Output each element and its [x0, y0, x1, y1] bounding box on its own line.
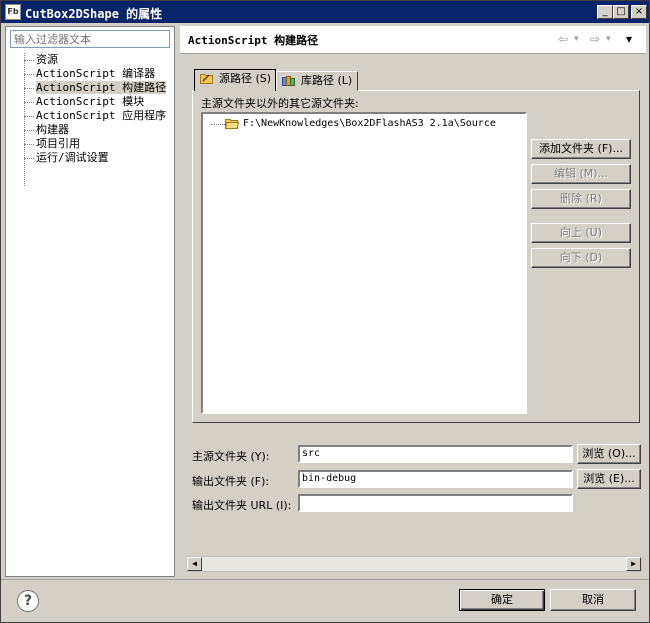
page-header: ActionScript 构建路径 ⇦ ▾ ⇨ ▾ ▾ — [180, 26, 646, 54]
move-up-button[interactable]: 向上 (U) — [531, 223, 631, 243]
output-folder-field[interactable]: bin-debug — [298, 470, 573, 488]
window-title: CutBox2DShape 的属性 — [25, 7, 163, 21]
maximize-button[interactable]: □ — [613, 5, 629, 19]
cancel-button[interactable]: 取消 — [550, 589, 636, 611]
tree-item-builders[interactable]: 构建器 — [20, 123, 172, 137]
title-bar[interactable]: Fb CutBox2DShape 的属性 _ □ × — [1, 1, 649, 23]
view-menu-icon[interactable]: ▾ — [626, 32, 632, 46]
tree-item-resources[interactable]: 资源 — [20, 53, 172, 67]
output-url-label: 输出文件夹 URL (I): — [192, 499, 292, 512]
forward-menu-icon[interactable]: ▾ — [606, 34, 611, 44]
source-path-panel: 主源文件夹以外的其它源文件夹: F:\NewKnowledges\Box2DFl… — [192, 90, 640, 423]
help-icon[interactable]: ? — [17, 590, 39, 612]
tree-item-label: 资源 — [36, 53, 58, 66]
page-title: ActionScript 构建路径 — [188, 34, 319, 47]
tree-item-modules[interactable]: ActionScript 模块 — [20, 95, 172, 109]
tree-item-run-debug[interactable]: 运行/调试设置 — [20, 151, 172, 165]
tree-item-compiler[interactable]: ActionScript 编译器 — [20, 67, 172, 81]
scroll-right-icon[interactable]: ▶ — [626, 557, 641, 571]
back-arrow-icon[interactable]: ⇦ — [558, 32, 568, 46]
move-down-button[interactable]: 向下 (D) — [531, 248, 631, 268]
add-folder-button[interactable]: 添加文件夹 (F)... — [531, 139, 631, 159]
source-path-icon — [200, 74, 213, 84]
tree-item-label: 构建器 — [36, 123, 69, 136]
scroll-left-icon[interactable]: ◀ — [187, 557, 202, 571]
filter-input[interactable] — [10, 30, 170, 48]
main-source-field[interactable]: src — [298, 445, 573, 463]
main-source-label: 主源文件夹 (Y): — [192, 450, 270, 463]
minimize-button[interactable]: _ — [597, 5, 613, 19]
tab-folder: 主源文件夹以外的其它源文件夹: F:\NewKnowledges\Box2DFl… — [192, 69, 640, 423]
tree-item-build-path[interactable]: ActionScript 构建路径 — [20, 81, 172, 95]
left-panel: 资源 ActionScript 编译器 ActionScript 构建路径 Ac… — [5, 26, 175, 577]
source-folders-label: 主源文件夹以外的其它源文件夹: — [201, 97, 359, 110]
remove-button[interactable]: 删除 (R) — [531, 189, 631, 209]
tree-item-label: 运行/调试设置 — [36, 151, 109, 164]
output-folder-label: 输出文件夹 (F): — [192, 475, 270, 488]
horizontal-scrollbar[interactable]: ◀ ▶ — [186, 556, 642, 572]
properties-dialog: Fb CutBox2DShape 的属性 _ □ × 资源 ActionScri… — [0, 0, 650, 623]
tree-item-applications[interactable]: ActionScript 应用程序 — [20, 109, 172, 123]
tree-item-label: 项目引用 — [36, 137, 80, 150]
back-menu-icon[interactable]: ▾ — [574, 34, 579, 44]
source-folder-path: F:\NewKnowledges\Box2DFlashAS3 2.1a\Sour… — [243, 118, 496, 129]
tree-item-label: ActionScript 模块 — [36, 95, 145, 108]
flash-builder-icon: Fb — [5, 4, 21, 20]
tree-item-label: ActionScript 应用程序 — [36, 109, 167, 122]
browse-main-source-button[interactable]: 浏览 (O)... — [577, 444, 641, 464]
tab-library-path[interactable]: 库路径 (L) — [276, 71, 358, 91]
forward-arrow-icon[interactable]: ⇨ — [590, 32, 600, 46]
button-bar: ? 确定 取消 — [1, 579, 649, 622]
source-folder-list[interactable]: F:\NewKnowledges\Box2DFlashAS3 2.1a\Sour… — [201, 112, 527, 414]
edit-button[interactable]: 编辑 (M)... — [531, 164, 631, 184]
browse-output-button[interactable]: 浏览 (E)... — [577, 469, 641, 489]
tab-label: 源路径 (S) — [219, 72, 272, 85]
settings-tree: 资源 ActionScript 编译器 ActionScript 构建路径 Ac… — [20, 53, 172, 165]
tab-label: 库路径 (L) — [301, 74, 353, 87]
close-button[interactable]: × — [631, 5, 647, 19]
right-panel: ActionScript 构建路径 ⇦ ▾ ⇨ ▾ ▾ 主源文件夹以外的其它源文… — [180, 26, 646, 577]
library-path-icon — [282, 76, 295, 86]
tree-item-project-references[interactable]: 项目引用 — [20, 137, 172, 151]
list-item[interactable]: F:\NewKnowledges\Box2DFlashAS3 2.1a\Sour… — [211, 117, 496, 131]
tree-item-label: ActionScript 构建路径 — [36, 81, 167, 94]
tab-source-path[interactable]: 源路径 (S) — [194, 69, 276, 91]
tree-item-label: ActionScript 编译器 — [36, 67, 156, 80]
output-url-field[interactable] — [298, 494, 573, 512]
open-folder-icon — [225, 119, 239, 129]
ok-button[interactable]: 确定 — [459, 589, 545, 611]
